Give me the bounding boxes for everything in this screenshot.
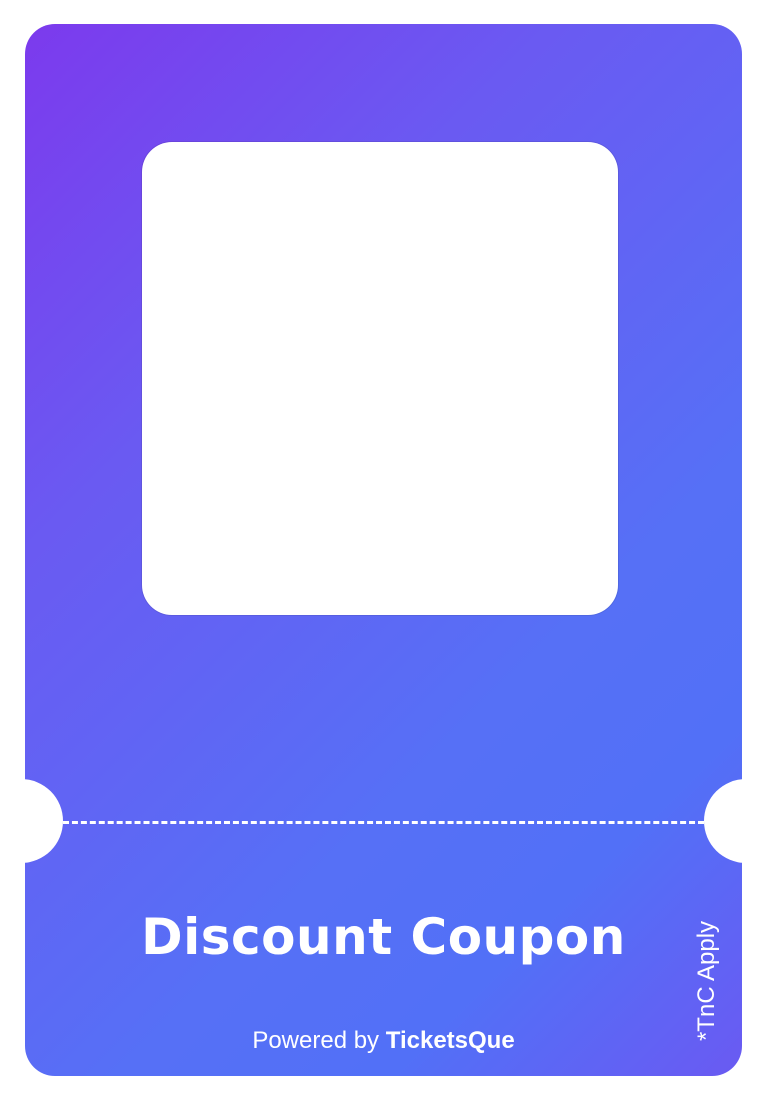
powered-by-prefix: Powered by (252, 1027, 380, 1054)
qr-code-placeholder (142, 142, 618, 615)
ticket-notch-right (704, 779, 742, 863)
coupon-title: Discount Coupon (141, 908, 626, 966)
brand-name: TicketsQue (385, 1027, 515, 1054)
ticket-notch-left (25, 779, 63, 863)
coupon-ticket: Discount Coupon *TnC Apply Powered by Ti… (25, 24, 742, 1076)
terms-note: *TnC Apply (693, 920, 720, 1042)
coupon-page: Discount Coupon *TnC Apply Powered by Ti… (0, 0, 766, 1100)
perforation-line (63, 821, 704, 824)
powered-by: Powered by TicketsQue (25, 1026, 742, 1056)
